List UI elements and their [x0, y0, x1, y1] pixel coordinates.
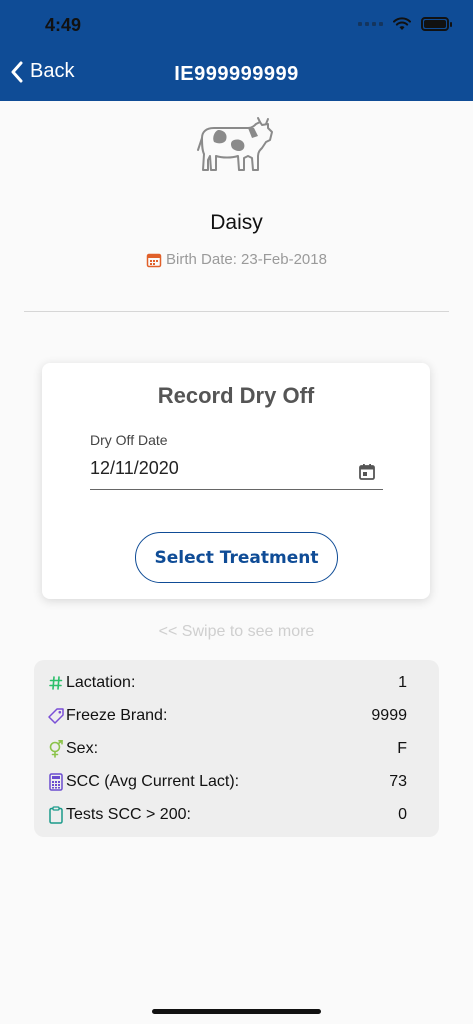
- select-treatment-button[interactable]: Select Treatment: [135, 532, 338, 583]
- birth-date: Birth Date: 23-Feb-2018: [166, 251, 327, 268]
- info-value: 1: [398, 674, 407, 691]
- date-picker-button[interactable]: [358, 463, 376, 486]
- info-label: Lactation:: [66, 674, 136, 691]
- status-bar: 4:49: [0, 0, 473, 50]
- info-label: SCC (Avg Current Lact):: [66, 773, 240, 790]
- info-value: F: [397, 740, 407, 757]
- info-row-tests-scc: Tests SCC > 200: 0: [46, 802, 429, 828]
- tag-icon: [46, 706, 66, 726]
- card-title: Record Dry Off: [157, 383, 315, 408]
- record-dry-off-card: Record Dry Off Dry Off Date 12/11/2020 S…: [42, 363, 430, 599]
- wifi-icon: [393, 17, 411, 30]
- calculator-icon: [46, 772, 66, 792]
- date-field-underline: [90, 489, 383, 490]
- calendar-icon: [146, 253, 162, 267]
- info-label: Tests SCC > 200:: [66, 806, 191, 823]
- signal-icon: [358, 22, 383, 26]
- info-label: Freeze Brand:: [66, 707, 168, 724]
- info-row-lactation: Lactation: 1: [46, 670, 429, 696]
- battery-icon: [421, 17, 452, 31]
- calendar-icon: [359, 464, 375, 480]
- dry-off-date-label: Dry Off Date: [90, 432, 168, 448]
- animal-name: Daisy: [210, 211, 263, 234]
- info-value: 0: [398, 806, 407, 823]
- divider: [24, 311, 449, 312]
- swipe-hint: << Swipe to see more: [158, 623, 315, 640]
- birth-date-row: Birth Date: 23-Feb-2018: [0, 251, 473, 268]
- cow-icon: [197, 117, 273, 171]
- clipboard-icon: [46, 805, 66, 825]
- info-value: 9999: [371, 707, 407, 724]
- home-indicator: [152, 1009, 321, 1014]
- nav-header: 4:49 Back IE999999999: [0, 0, 473, 101]
- status-time: 4:49: [45, 15, 82, 35]
- info-row-freeze-brand: Freeze Brand: 9999: [46, 703, 429, 729]
- animal-info-panel: Lactation: 1 Freeze Brand: 9999 Sex: F S…: [34, 660, 439, 837]
- info-value: 73: [389, 773, 407, 790]
- status-icons: [358, 17, 452, 31]
- page-title: IE999999999: [174, 63, 299, 85]
- gender-icon: [46, 739, 66, 759]
- dry-off-date-field[interactable]: 12/11/2020: [90, 458, 179, 479]
- hash-icon: [46, 673, 66, 693]
- info-label: Sex:: [66, 740, 99, 757]
- info-row-scc-avg: SCC (Avg Current Lact): 73: [46, 769, 429, 795]
- info-row-sex: Sex: F: [46, 736, 429, 762]
